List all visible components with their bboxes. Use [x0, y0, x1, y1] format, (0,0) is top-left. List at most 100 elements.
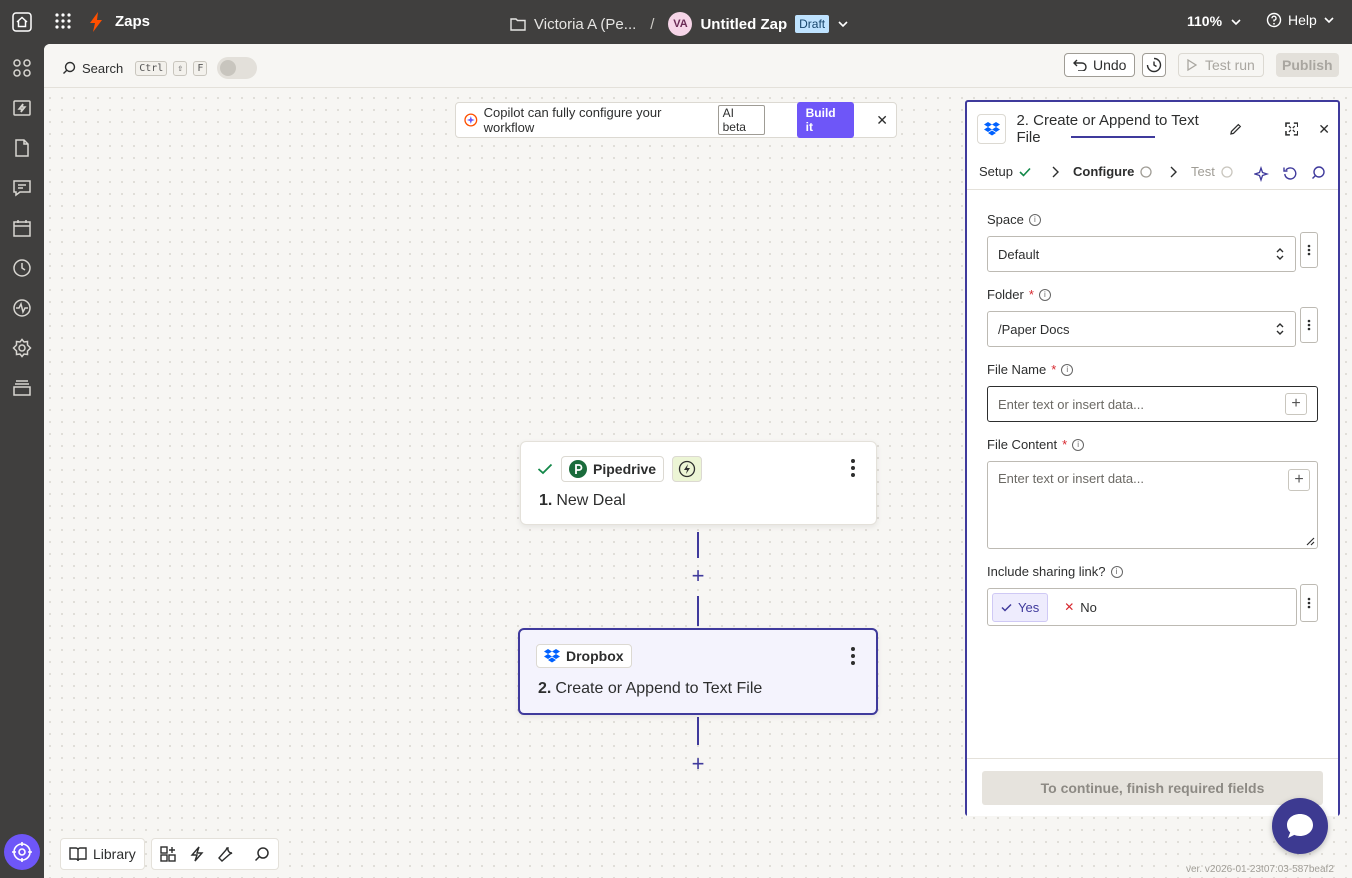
folder-name[interactable]: Victoria A (Pe... — [534, 16, 636, 33]
search-icon[interactable] — [254, 846, 270, 862]
field-options-button[interactable] — [1300, 307, 1318, 343]
info-icon[interactable]: i — [1061, 363, 1074, 376]
step-name: Create or Append to Text File — [555, 680, 763, 697]
file-content-label: File Content — [987, 437, 1058, 452]
panel-tabs: Setup Configure Test — [967, 154, 1338, 190]
file-name-input[interactable]: Enter text or insert data... + — [987, 386, 1318, 422]
chevron-right-icon — [1052, 166, 1059, 178]
support-chat-button[interactable] — [1272, 798, 1328, 854]
settings-icon[interactable] — [12, 338, 32, 358]
apps-grid-icon[interactable] — [54, 12, 74, 32]
instant-trigger-badge — [672, 456, 703, 482]
tab-label: Setup — [979, 164, 1013, 179]
test-run-button[interactable]: Test run — [1178, 53, 1264, 77]
refresh-icon[interactable] — [1283, 166, 1297, 180]
help-icon — [1266, 12, 1282, 28]
check-icon — [1019, 167, 1031, 177]
chevron-down-icon[interactable] — [837, 20, 849, 28]
copilot-banner: Copilot can fully configure your workflo… — [455, 102, 897, 138]
continue-button[interactable]: To continue, finish required fields — [982, 771, 1323, 805]
activity-icon[interactable] — [12, 298, 32, 318]
tables-icon[interactable] — [12, 378, 32, 398]
zap-name[interactable]: Untitled Zap — [700, 16, 787, 33]
step-card-trigger[interactable]: Pipedrive 1. New Deal — [520, 441, 877, 525]
expand-icon[interactable] — [1284, 122, 1299, 136]
shortcut-key: Ctrl — [135, 60, 168, 76]
canvas-toggle[interactable] — [217, 57, 258, 79]
folder-icon — [510, 18, 526, 31]
canvas-tools — [150, 838, 279, 870]
insert-data-button[interactable]: + — [1288, 469, 1310, 491]
publish-button[interactable]: Publish — [1276, 53, 1339, 77]
zap-icon[interactable] — [12, 98, 32, 118]
more-vertical-icon — [1307, 244, 1311, 256]
app-name[interactable]: Zaps — [115, 13, 150, 30]
app-name: Dropbox — [566, 648, 624, 664]
folder-label: Folder — [987, 287, 1024, 302]
tab-setup[interactable]: Setup — [979, 164, 1031, 179]
add-step-icon[interactable]: + — [688, 753, 708, 775]
step-number: 1. — [539, 492, 553, 509]
field-options-button[interactable] — [1300, 584, 1318, 622]
close-icon[interactable]: ✕ — [876, 112, 888, 129]
bolt-icon[interactable] — [190, 846, 204, 862]
app-pill: Dropbox — [536, 644, 632, 668]
help-menu[interactable]: Help — [1266, 12, 1335, 28]
info-icon[interactable]: i — [1028, 213, 1041, 226]
info-icon[interactable]: i — [1072, 438, 1085, 451]
check-icon — [1001, 603, 1012, 612]
dropbox-icon — [977, 114, 1007, 144]
required-mark: * — [1062, 437, 1068, 452]
chevron-right-icon — [1170, 166, 1177, 178]
panel-title[interactable]: 2. Create or Append to Text File — [1016, 112, 1222, 146]
copilot-sparkle-icon — [464, 113, 478, 127]
yes-option[interactable]: Yes — [992, 592, 1049, 622]
chat-icon[interactable] — [12, 178, 32, 198]
version-history-button[interactable] — [1142, 53, 1166, 77]
space-select[interactable]: Default — [987, 236, 1296, 272]
document-icon[interactable] — [12, 138, 32, 158]
info-icon[interactable]: i — [1110, 565, 1123, 578]
top-bar: Zaps Victoria A (Pe... / VA Untitled Zap… — [0, 0, 1352, 44]
insert-data-button[interactable]: + — [1285, 393, 1307, 415]
select-arrows-icon — [1276, 248, 1284, 260]
apps-icon[interactable] — [12, 58, 32, 78]
folder-select[interactable]: /Paper Docs — [987, 311, 1296, 347]
tab-configure[interactable]: Configure — [1073, 164, 1153, 179]
comment-icon[interactable] — [1311, 166, 1325, 180]
resize-handle-icon[interactable] — [1306, 537, 1315, 546]
tools-icon[interactable] — [217, 846, 234, 862]
zoom-level[interactable]: 110% — [1187, 13, 1242, 29]
calendar-icon[interactable] — [12, 218, 32, 238]
editor-toolbar: Search Ctrl ⇧ F Undo Test run Publish — [44, 44, 1352, 88]
help-label: Help — [1288, 12, 1317, 28]
no-option[interactable]: ✕ No — [1056, 594, 1105, 621]
undo-button[interactable]: Undo — [1064, 53, 1136, 77]
undo-icon — [1073, 59, 1087, 71]
more-options-icon[interactable] — [850, 458, 856, 478]
avatar[interactable]: VA — [668, 12, 693, 36]
field-options-button[interactable] — [1300, 232, 1318, 268]
status-badge: Draft — [795, 15, 830, 33]
apps-icon[interactable] — [160, 846, 176, 862]
pencil-icon[interactable] — [1229, 122, 1243, 136]
required-mark: * — [1051, 362, 1057, 377]
file-name-label: File Name — [987, 362, 1047, 377]
history-icon[interactable] — [12, 258, 32, 278]
bolt-circle-icon — [678, 460, 696, 478]
info-icon[interactable]: i — [1038, 288, 1051, 301]
add-step-icon[interactable]: + — [688, 565, 708, 587]
home-icon[interactable] — [8, 8, 36, 36]
file-content-textarea[interactable]: Enter text or insert data... + — [987, 461, 1318, 549]
search-button[interactable]: Search Ctrl ⇧ F — [62, 57, 258, 79]
close-icon[interactable]: ✕ — [1318, 121, 1330, 138]
copilot-brand-icon[interactable] — [4, 834, 40, 870]
library-button[interactable]: Library — [60, 838, 145, 870]
ai-sparkle-icon[interactable] — [1254, 166, 1270, 182]
step-card-action[interactable]: Dropbox 2. Create or Append to Text File — [518, 628, 878, 715]
tab-test[interactable]: Test — [1191, 164, 1233, 179]
shortcut-key: F — [193, 60, 208, 76]
build-it-button[interactable]: Build it — [796, 102, 855, 138]
more-options-icon[interactable] — [850, 646, 856, 666]
input-placeholder: Enter text or insert data... — [998, 396, 1144, 412]
